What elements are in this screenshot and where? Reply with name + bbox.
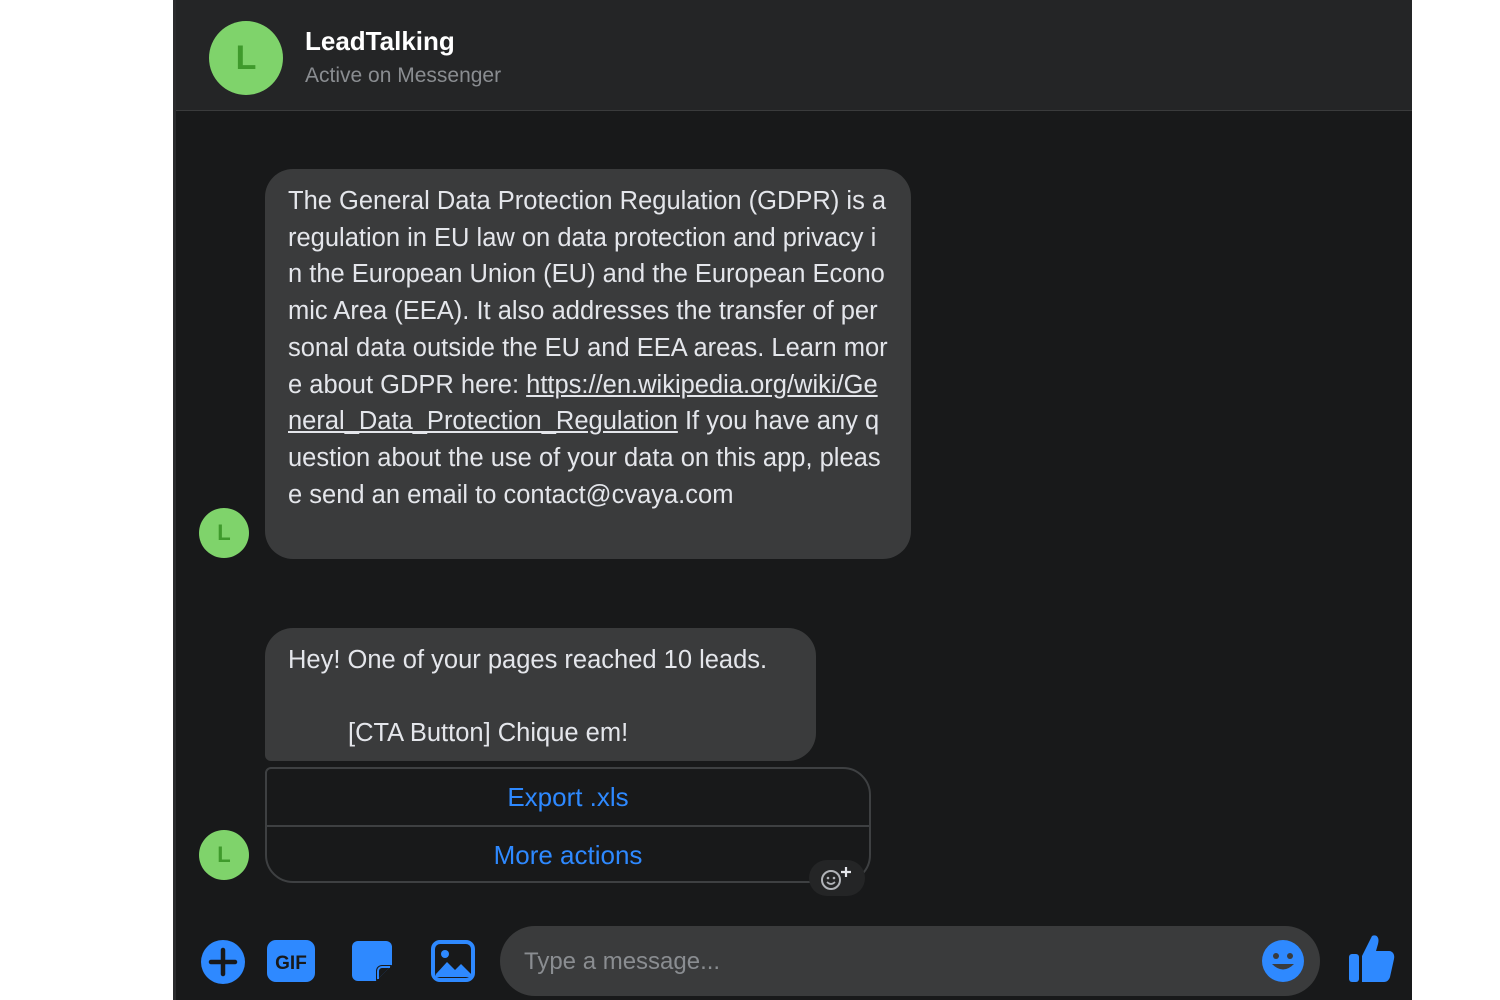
cta-text: [CTA Button] Chique em! bbox=[348, 719, 629, 748]
contact-name[interactable]: LeadTalking bbox=[305, 26, 455, 57]
export-xls-button[interactable]: Export .xls bbox=[267, 769, 869, 825]
messenger-window: L LeadTalking Active on Messenger L The … bbox=[173, 0, 1412, 1000]
message-avatar[interactable]: L bbox=[199, 830, 249, 880]
message-text: Hey! One of your pages reached 10 leads. bbox=[288, 646, 768, 674]
gif-icon[interactable]: GIF bbox=[265, 937, 317, 985]
react-button[interactable] bbox=[809, 860, 865, 896]
message-actions: Export .xls More actions bbox=[265, 767, 871, 883]
add-reaction-icon bbox=[821, 867, 851, 890]
emoji-icon[interactable] bbox=[1260, 938, 1306, 984]
sticker-icon[interactable] bbox=[348, 937, 396, 985]
image-icon[interactable] bbox=[429, 937, 477, 985]
gif-label: GIF bbox=[275, 953, 307, 974]
message-bubble-gdpr: The General Data Protection Regulation (… bbox=[265, 169, 911, 559]
thumbs-up-icon[interactable] bbox=[1346, 930, 1398, 986]
message-avatar[interactable]: L bbox=[199, 508, 249, 558]
contact-avatar[interactable]: L bbox=[209, 21, 283, 95]
message-input[interactable] bbox=[522, 926, 1226, 998]
chat-header: L LeadTalking Active on Messenger bbox=[176, 0, 1412, 111]
message-text: The General Data Protection Regulation (… bbox=[288, 187, 888, 399]
message-bubble-leads: Hey! One of your pages reached 10 leads.… bbox=[265, 628, 816, 761]
plus-circle-icon[interactable] bbox=[198, 937, 248, 987]
more-actions-button[interactable]: More actions bbox=[267, 825, 869, 883]
contact-status: Active on Messenger bbox=[305, 64, 502, 87]
message-input-wrap bbox=[500, 926, 1320, 998]
